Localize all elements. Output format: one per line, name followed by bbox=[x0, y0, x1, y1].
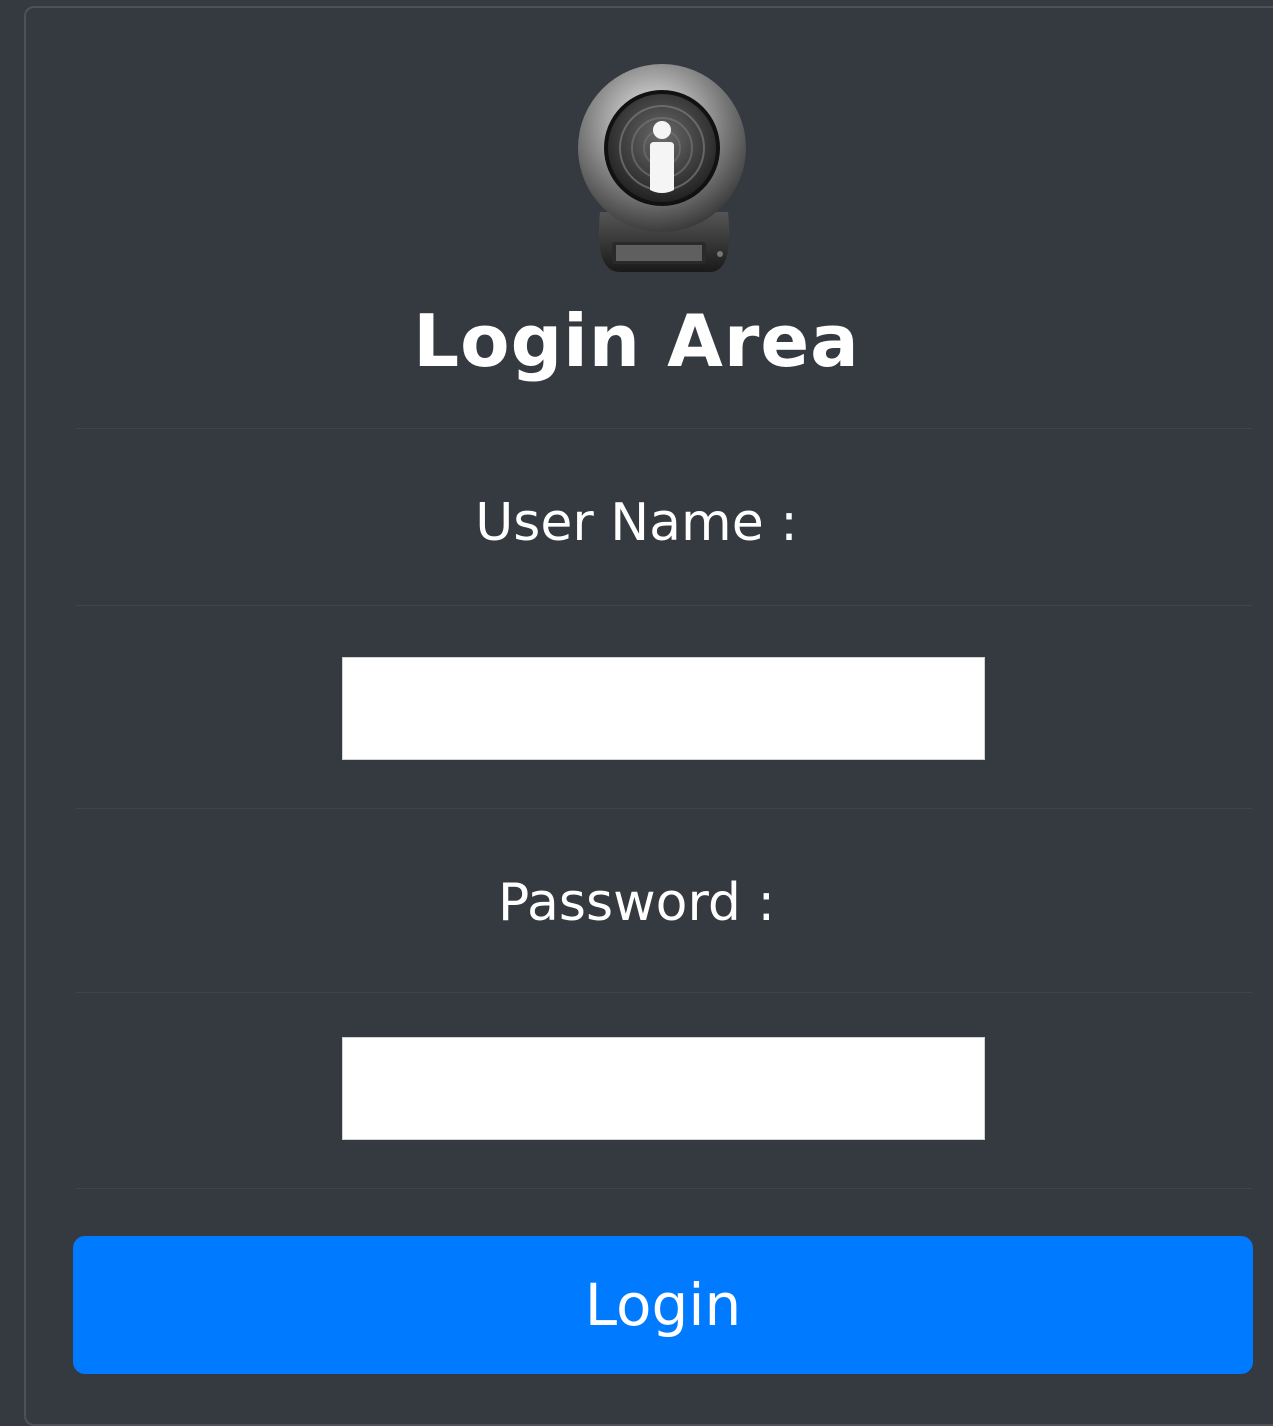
divider bbox=[76, 808, 1252, 809]
page-title: Login Area bbox=[413, 299, 860, 383]
divider bbox=[76, 605, 1252, 606]
login-button[interactable]: Login bbox=[73, 1236, 1253, 1374]
password-label: Password : bbox=[498, 873, 775, 933]
drive-lock-icon bbox=[578, 64, 746, 272]
divider bbox=[76, 428, 1252, 429]
username-input[interactable] bbox=[342, 657, 985, 760]
username-label: User Name : bbox=[475, 493, 798, 553]
password-input[interactable] bbox=[342, 1037, 985, 1140]
divider bbox=[76, 992, 1252, 993]
divider bbox=[76, 1188, 1252, 1189]
